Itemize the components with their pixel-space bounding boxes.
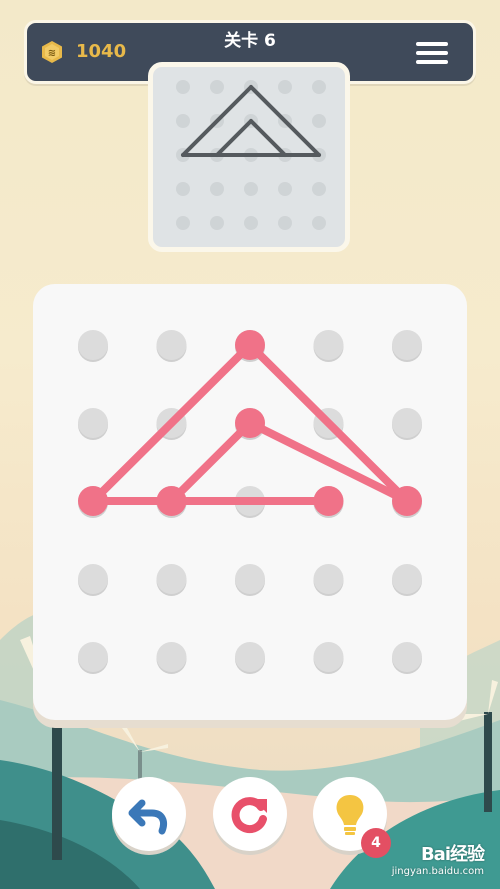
target-shape	[176, 80, 326, 230]
grid-dot[interactable]	[156, 642, 187, 672]
preview-dot	[176, 216, 190, 230]
grid-dot[interactable]	[78, 642, 108, 672]
preview-dot	[312, 80, 326, 94]
drawn-line-segment	[89, 341, 254, 505]
target-line-segment	[181, 85, 253, 157]
grid-dot[interactable]	[78, 330, 108, 360]
preview-dot	[244, 182, 258, 196]
grid-dot[interactable]	[392, 408, 422, 438]
active-dot	[235, 330, 265, 360]
grid-dot[interactable]	[313, 330, 344, 360]
grid-dot[interactable]	[156, 564, 187, 594]
grid-dot[interactable]	[78, 408, 108, 438]
grid-dot[interactable]	[313, 564, 344, 594]
coin-count: 1040	[76, 41, 127, 62]
preview-dot	[176, 114, 190, 128]
active-dot	[313, 486, 344, 516]
grid-dot[interactable]	[156, 330, 187, 360]
game-board[interactable]	[33, 284, 467, 720]
menu-button[interactable]	[410, 36, 454, 70]
active-dot	[78, 486, 108, 516]
preview-dot	[210, 80, 224, 94]
grid-dot[interactable]	[235, 564, 265, 594]
undo-arrow-icon	[128, 799, 168, 835]
target-line-segment	[249, 85, 321, 157]
preview-dot	[312, 182, 326, 196]
grid-dot[interactable]	[392, 564, 422, 594]
watermark-url: jingyan.baidu.com	[391, 866, 484, 877]
preview-dot	[312, 216, 326, 230]
preview-dot	[312, 114, 326, 128]
watermark-brand: Bai经验	[420, 844, 485, 865]
preview-dot	[244, 216, 258, 230]
preview-dot	[176, 182, 190, 196]
preview-dot	[278, 216, 292, 230]
svg-text:≋: ≋	[48, 48, 56, 59]
preview-dot	[210, 216, 224, 230]
level-title: 关卡 6	[224, 31, 276, 51]
grid-dot[interactable]	[235, 642, 265, 672]
menu-icon	[416, 42, 448, 46]
target-preview	[148, 62, 350, 252]
watermark: Bai经验 jingyan.baidu.com	[382, 840, 492, 884]
preview-dot	[278, 80, 292, 94]
grid-dot[interactable]	[78, 564, 108, 594]
undo-button[interactable]	[112, 777, 186, 851]
drawn-line-segment	[167, 419, 254, 505]
restart-button[interactable]	[213, 777, 287, 851]
preview-dot	[176, 80, 190, 94]
grid-dot[interactable]	[392, 330, 422, 360]
grid-dot[interactable]	[392, 642, 422, 672]
target-line-segment	[249, 119, 287, 157]
coin-icon: ≋	[42, 41, 62, 63]
drawn-line-segment	[246, 341, 411, 505]
active-dot	[156, 486, 187, 516]
restart-icon	[231, 797, 267, 834]
board-grid[interactable]	[33, 284, 467, 720]
preview-dot	[278, 182, 292, 196]
grid-dot[interactable]	[313, 642, 344, 672]
active-dot	[235, 408, 265, 438]
target-line-segment	[215, 119, 253, 157]
active-dot	[392, 486, 422, 516]
preview-dot	[210, 182, 224, 196]
